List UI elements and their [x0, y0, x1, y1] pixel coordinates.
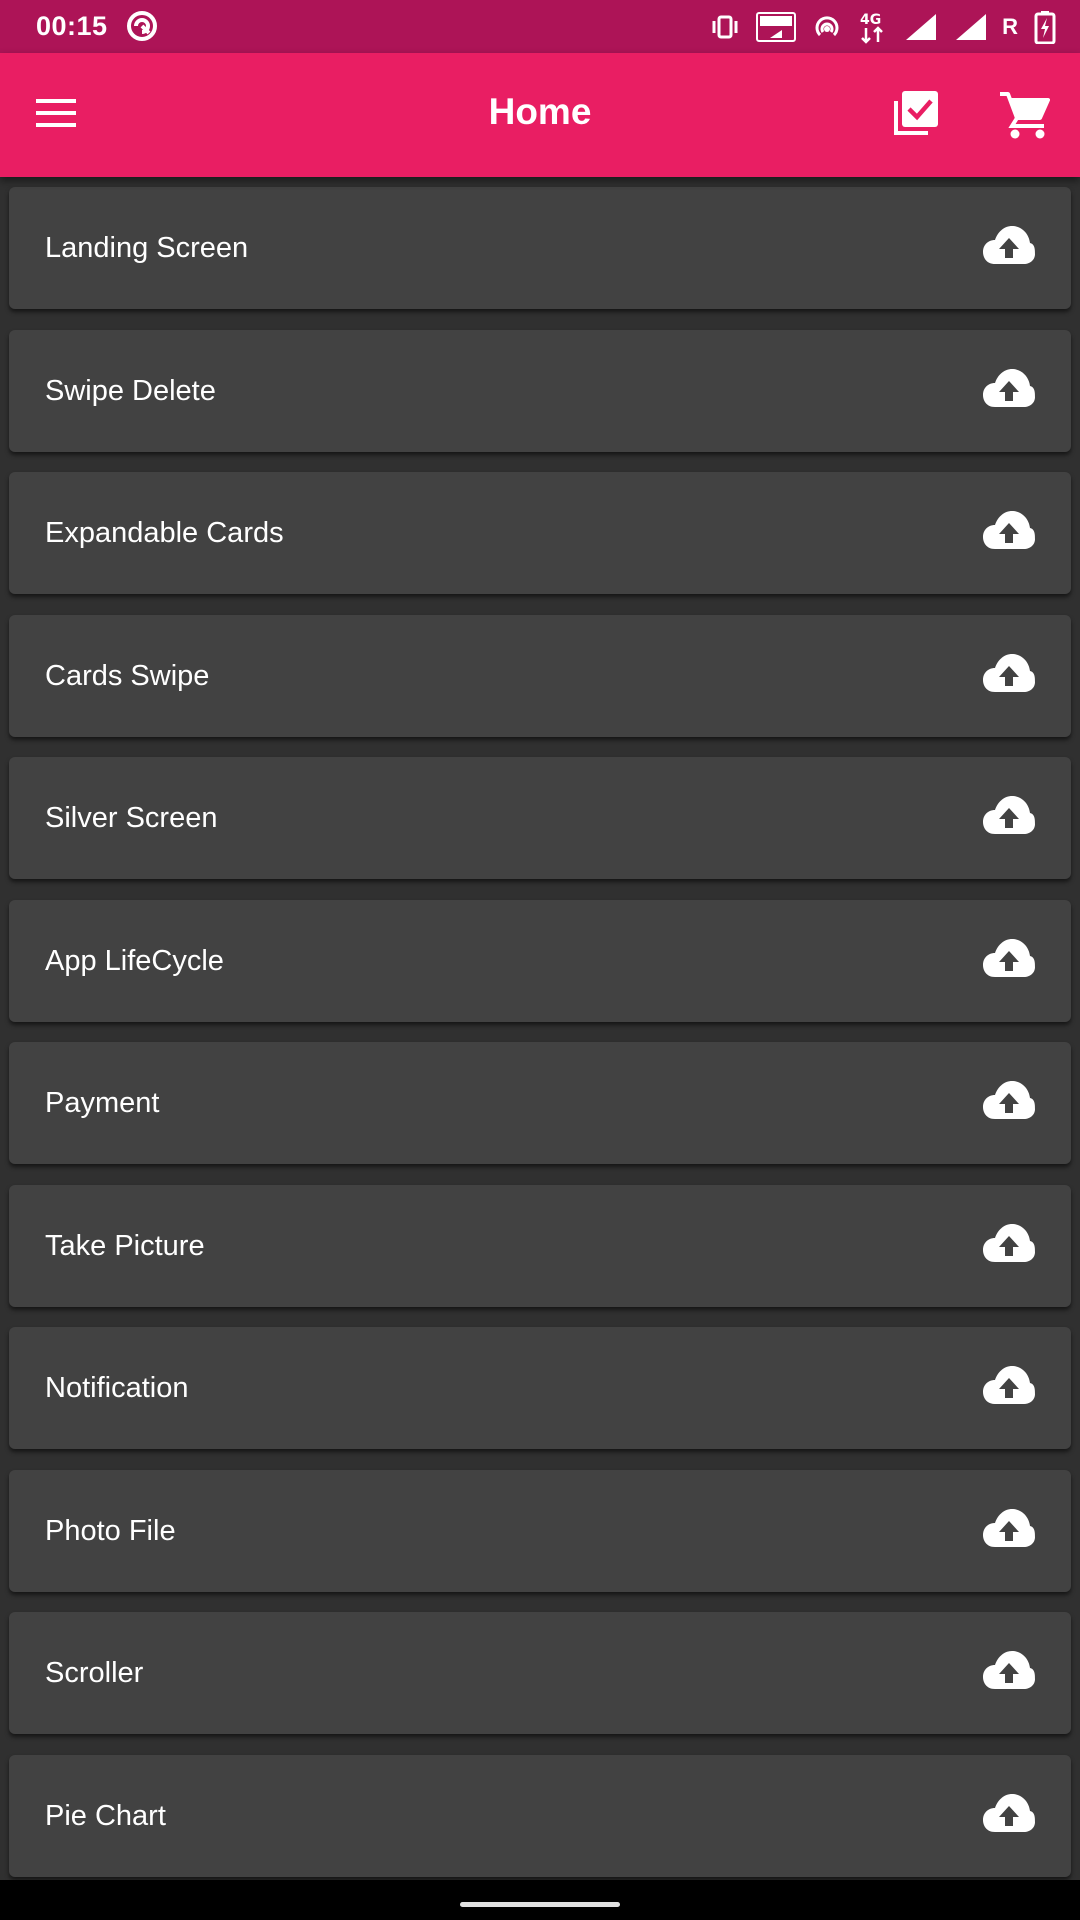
cloud-upload-icon[interactable] — [981, 1790, 1037, 1842]
list-item-label: Notification — [45, 1372, 189, 1404]
status-icons: 4G R — [710, 8, 1056, 46]
list-item-label: Pie Chart — [45, 1800, 166, 1832]
cloud-upload-icon[interactable] — [981, 650, 1037, 702]
navigation-bar — [0, 1880, 1080, 1920]
list-item[interactable]: Expandable Cards — [9, 472, 1071, 594]
cloud-upload-icon[interactable] — [981, 365, 1037, 417]
cloud-upload-icon[interactable] — [981, 935, 1037, 987]
list-item-label: Scroller — [45, 1657, 144, 1689]
list-item-label: Silver Screen — [45, 802, 218, 834]
list-item[interactable]: App LifeCycle — [9, 900, 1071, 1022]
cloud-upload-icon[interactable] — [981, 1220, 1037, 1272]
list-item-label: App LifeCycle — [45, 945, 224, 977]
signal-icon — [954, 12, 988, 42]
list-item[interactable]: Scroller — [9, 1612, 1071, 1734]
list-item-label: Landing Screen — [45, 232, 249, 264]
checklist-icon — [892, 89, 940, 142]
list-item-label: Cards Swipe — [45, 660, 210, 692]
list-item[interactable]: Photo File — [9, 1470, 1071, 1592]
svg-text:4G: 4G — [860, 12, 881, 28]
list-item-label: Swipe Delete — [45, 375, 216, 407]
app-notification-icon — [126, 10, 158, 42]
cloud-upload-icon[interactable] — [981, 1362, 1037, 1414]
cloud-upload-icon[interactable] — [981, 507, 1037, 559]
checklist-button[interactable] — [890, 89, 942, 141]
cart-button[interactable] — [996, 89, 1052, 145]
cart-icon — [998, 90, 1050, 145]
cloud-upload-icon[interactable] — [981, 792, 1037, 844]
cloud-upload-icon[interactable] — [981, 222, 1037, 274]
list-item[interactable]: Landing Screen — [9, 187, 1071, 309]
list-item[interactable]: Notification — [9, 1327, 1071, 1449]
status-time: 00:15 — [36, 11, 108, 41]
battery-charging-icon — [1034, 10, 1056, 44]
list-item[interactable]: Take Picture — [9, 1185, 1071, 1307]
home-gesture-handle[interactable] — [460, 1902, 620, 1907]
4g-data-icon: 4G — [858, 10, 888, 44]
cloud-upload-icon[interactable] — [981, 1505, 1037, 1557]
volte-icon — [756, 12, 797, 42]
list-item[interactable]: Swipe Delete — [9, 330, 1071, 452]
app-bar: Home — [0, 53, 1080, 177]
list-item[interactable]: Payment — [9, 1042, 1071, 1164]
list-item-label: Payment — [45, 1087, 160, 1119]
hotspot-icon — [812, 12, 842, 42]
status-bar: 00:15 4G R — [0, 0, 1080, 53]
cloud-upload-icon[interactable] — [981, 1077, 1037, 1129]
cloud-upload-icon[interactable] — [981, 1647, 1037, 1699]
vibrate-icon — [710, 14, 740, 40]
list-item-label: Expandable Cards — [45, 517, 284, 549]
list-item[interactable]: Silver Screen — [9, 757, 1071, 879]
list-item-label: Photo File — [45, 1515, 176, 1547]
roaming-indicator: R — [1002, 14, 1018, 39]
list-item[interactable]: Pie Chart — [9, 1755, 1071, 1877]
list-item-label: Take Picture — [45, 1230, 205, 1262]
signal-icon — [904, 12, 938, 42]
list-item[interactable]: Cards Swipe — [9, 615, 1071, 737]
